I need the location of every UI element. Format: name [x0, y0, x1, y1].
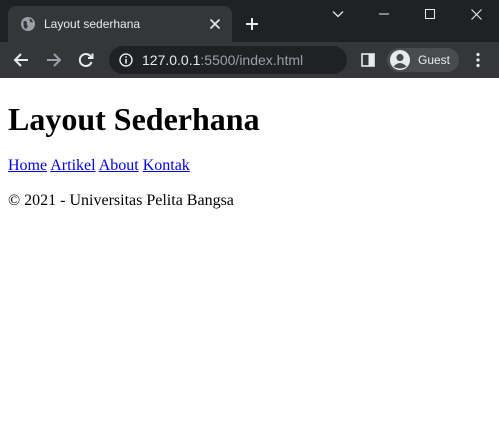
nav-link-kontak[interactable]: Kontak — [143, 157, 190, 174]
minimize-icon[interactable] — [361, 0, 407, 28]
page-content: Layout Sederhana Home Artikel About Kont… — [0, 78, 499, 427]
address-bar[interactable]: 127.0.0.1:5500/index.html — [109, 46, 347, 74]
forward-icon[interactable] — [40, 46, 68, 74]
side-panel-icon[interactable] — [354, 46, 382, 74]
close-icon[interactable] — [453, 0, 499, 28]
maximize-icon[interactable] — [407, 0, 453, 28]
nav-link-artikel[interactable]: Artikel — [50, 157, 95, 174]
profile-label: Guest — [418, 53, 451, 67]
tab-close-icon[interactable] — [207, 16, 223, 32]
chevron-down-icon[interactable] — [315, 0, 361, 28]
globe-icon — [21, 17, 35, 31]
url-text: 127.0.0.1:5500/index.html — [142, 52, 304, 68]
tab-strip: Layout sederhana — [0, 0, 499, 42]
nav-link-home[interactable]: Home — [8, 157, 47, 174]
back-icon[interactable] — [7, 46, 35, 74]
nav-link-about[interactable]: About — [99, 157, 139, 174]
browser-tab[interactable]: Layout sederhana — [8, 6, 232, 42]
avatar-icon — [390, 50, 410, 70]
nav-menu: Home Artikel About Kontak — [8, 156, 190, 176]
more-menu-icon[interactable] — [464, 46, 492, 74]
info-icon[interactable] — [119, 53, 133, 67]
footer-text: © 2021 - Universitas Pelita Bangsa — [8, 192, 234, 209]
reload-icon[interactable] — [72, 46, 100, 74]
tab-title: Layout sederhana — [44, 17, 141, 31]
new-tab-icon[interactable] — [242, 14, 262, 34]
browser-toolbar: 127.0.0.1:5500/index.html Guest — [0, 42, 499, 78]
page-title: Layout Sederhana — [8, 101, 260, 137]
profile-button[interactable]: Guest — [387, 48, 459, 72]
